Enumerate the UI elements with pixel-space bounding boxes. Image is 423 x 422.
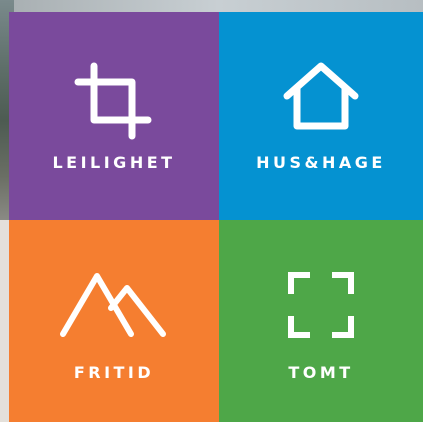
crop-icon — [74, 62, 154, 146]
tile-label: LEILIGHET — [52, 153, 176, 172]
tile-leilighet[interactable]: LEILIGHET — [9, 12, 219, 220]
tile-fritid[interactable]: FRITID — [9, 220, 219, 422]
corners-icon — [288, 272, 354, 342]
tile-tomt[interactable]: TOMT — [219, 220, 423, 422]
background-photo-top — [14, 0, 423, 12]
tile-label: FRITID — [73, 363, 155, 382]
house-icon — [283, 62, 359, 136]
mountains-icon — [59, 272, 169, 342]
tile-label: TOMT — [288, 363, 354, 382]
tile-hus-hage[interactable]: HUS&HAGE — [219, 12, 423, 220]
tile-label: HUS&HAGE — [256, 153, 386, 172]
